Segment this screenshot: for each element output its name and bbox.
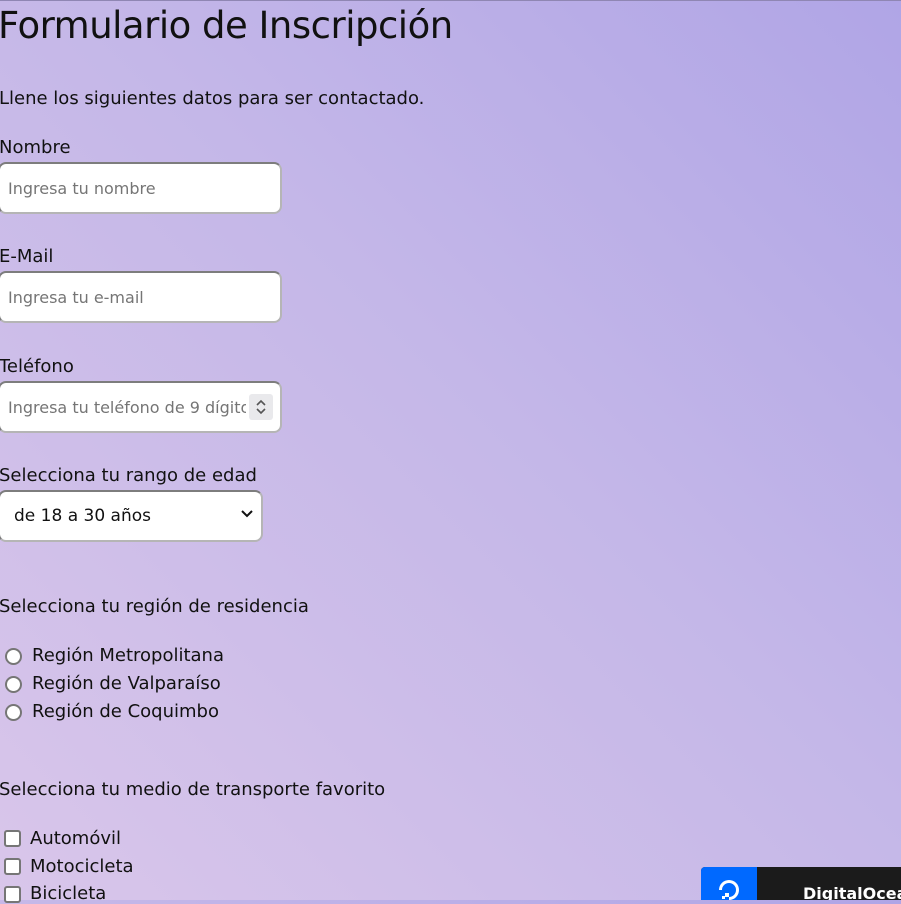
transport-option-label: Motocicleta [30, 856, 134, 877]
transport-label: Selecciona tu medio de transporte favori… [0, 779, 386, 800]
transport-option-label: Automóvil [30, 828, 121, 849]
name-label: Nombre [0, 137, 71, 158]
checkbox-motocicleta[interactable] [4, 858, 21, 875]
email-label: E-Mail [0, 246, 54, 267]
region-label: Selecciona tu región de residencia [0, 596, 309, 617]
region-option-label: Región de Valparaíso [32, 673, 221, 694]
region-option-label: Región Metropolitana [32, 645, 224, 666]
stepper-arrows-icon [256, 399, 266, 415]
age-label: Selecciona tu rango de edad [0, 465, 257, 486]
name-input[interactable] [0, 162, 282, 214]
top-border [0, 0, 901, 1]
transport-option-label: Bicicleta [30, 883, 107, 904]
age-range-select[interactable]: de 18 a 30 años [0, 490, 263, 542]
radio-region-metropolitana[interactable] [5, 648, 22, 665]
page-title: Formulario de Inscripción [0, 4, 453, 47]
age-range-selected: de 18 a 30 años [14, 506, 151, 526]
phone-stepper[interactable] [249, 394, 273, 420]
phone-input[interactable] [0, 381, 282, 433]
digitalocean-badge-text: DigitalOcean [803, 884, 901, 900]
email-input[interactable] [0, 271, 282, 323]
phone-label: Teléfono [0, 356, 74, 377]
radio-region-coquimbo[interactable] [5, 704, 22, 721]
checkbox-bicicleta[interactable] [4, 886, 21, 903]
region-option-label: Región de Coquimbo [32, 701, 219, 722]
form-subtitle: Llene los siguientes datos para ser cont… [0, 88, 425, 109]
chevron-down-icon [241, 510, 253, 518]
digitalocean-logo-icon [701, 867, 757, 900]
digitalocean-badge[interactable]: DigitalOcean [701, 867, 901, 900]
radio-region-valparaiso[interactable] [5, 676, 22, 693]
checkbox-automovil[interactable] [4, 830, 21, 847]
